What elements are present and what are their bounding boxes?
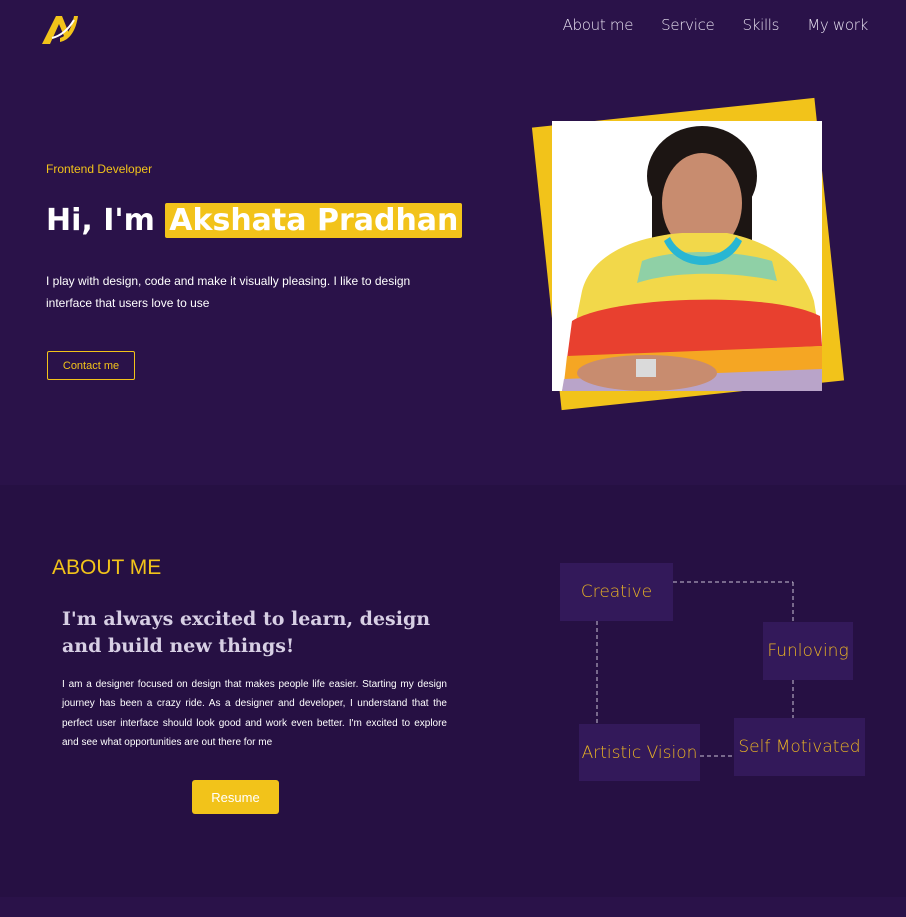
greeting-text: Hi, I'm — [46, 203, 155, 238]
nav-about-me[interactable]: About me — [563, 16, 634, 34]
logo-mark-icon[interactable] — [40, 12, 82, 46]
trait-artistic-vision: Artistic Vision — [579, 724, 700, 781]
next-section-strip — [0, 897, 906, 917]
trait-funloving: Funloving — [763, 622, 853, 680]
profile-photo — [552, 121, 822, 391]
about-lead: I'm always excited to learn, design and … — [62, 608, 431, 657]
nav-my-work[interactable]: My work — [807, 16, 868, 34]
hero-headline: Hi, I'm Akshata Pradhan — [46, 203, 463, 238]
trait-creative: Creative — [560, 563, 673, 621]
contact-me-button[interactable]: Contact me — [47, 351, 135, 380]
main-nav: About me Service Skills My work — [563, 16, 869, 34]
nav-skills[interactable]: Skills — [742, 16, 779, 34]
nav-service[interactable]: Service — [661, 16, 715, 34]
role-label: Frontend Developer — [46, 162, 153, 176]
trait-self-motivated: Self Motivated — [734, 718, 865, 776]
resume-button[interactable]: Resume — [192, 780, 279, 814]
about-title: ABOUT ME — [52, 556, 162, 579]
name-highlight: Akshata Pradhan — [165, 203, 463, 238]
about-body: I am a designer focused on design that m… — [62, 679, 447, 748]
hero-intro: I play with design, code and make it vis… — [46, 274, 411, 310]
